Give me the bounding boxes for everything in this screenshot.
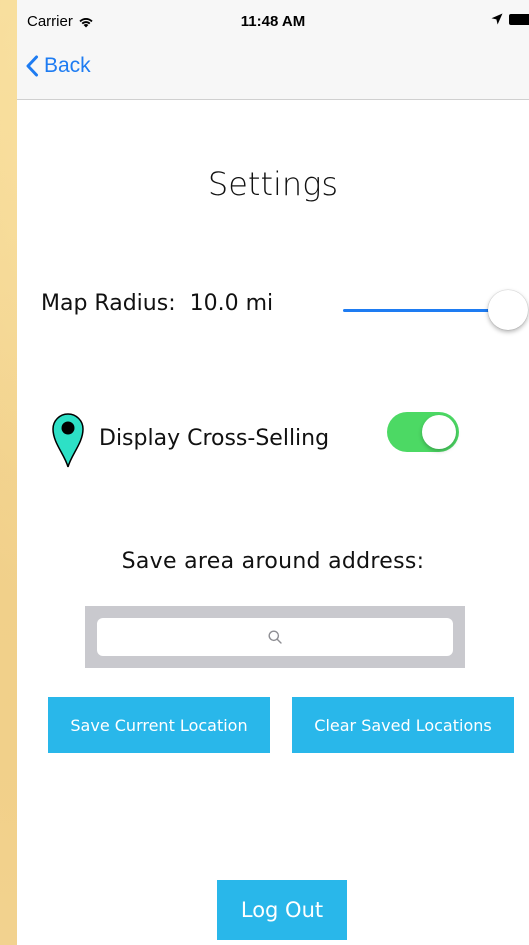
log-out-button[interactable]: Log Out (217, 880, 347, 940)
cross-selling-toggle[interactable] (387, 412, 459, 452)
back-button[interactable]: Back (25, 54, 91, 78)
map-pin-icon (52, 413, 84, 468)
toggle-knob (422, 415, 456, 449)
status-bar: Carrier 11:48 AM (17, 0, 529, 40)
map-radius-slider[interactable] (343, 290, 528, 330)
slider-thumb[interactable] (488, 290, 528, 330)
status-time: 11:48 AM (240, 13, 306, 30)
navigation-bar: Back (17, 40, 529, 100)
map-radius-row: Map Radius: 10.0 mi (41, 291, 273, 316)
address-search-bar (85, 606, 465, 668)
back-label: Back (44, 54, 91, 77)
save-current-location-button[interactable]: Save Current Location (48, 697, 270, 753)
cross-selling-label: Display Cross-Selling (99, 425, 330, 451)
phone-screen: Carrier 11:48 AM Back Settings Map Radiu… (17, 0, 529, 945)
slider-track (343, 309, 508, 312)
map-radius-label: Map Radius: (41, 291, 176, 316)
page-title: Settings (207, 165, 339, 203)
status-right (491, 13, 529, 25)
location-arrow-icon (491, 13, 503, 25)
search-icon (268, 630, 282, 644)
address-search-input[interactable] (97, 618, 453, 656)
cross-selling-row: Display Cross-Selling (51, 407, 329, 469)
battery-icon (509, 13, 529, 25)
map-radius-value: 10.0 mi (189, 291, 274, 316)
clear-saved-locations-button[interactable]: Clear Saved Locations (292, 697, 514, 753)
save-area-label: Save area around address: (121, 549, 425, 574)
back-chevron-icon (26, 55, 38, 77)
